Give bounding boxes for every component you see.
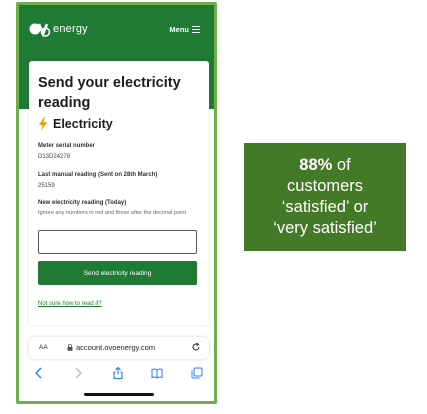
forward-icon[interactable] bbox=[72, 367, 84, 379]
share-icon[interactable] bbox=[112, 367, 124, 379]
reading-input[interactable] bbox=[38, 230, 197, 254]
satisfaction-stat-callout: 88% of customers ‘satisfied’ or ‘very sa… bbox=[244, 143, 406, 251]
electricity-section-heading: Electricity bbox=[38, 117, 113, 131]
send-reading-button[interactable]: Send electricity reading bbox=[38, 261, 197, 285]
text-size-button[interactable]: AA bbox=[39, 344, 48, 351]
reading-form-card: Send your electricity reading Electricit… bbox=[29, 61, 209, 325]
serial-value: D13D24278 bbox=[38, 154, 71, 160]
ovo-logo-icon bbox=[29, 23, 51, 38]
new-reading-label: New electricity reading (Today) bbox=[38, 200, 127, 206]
back-icon[interactable] bbox=[33, 367, 45, 379]
reload-icon[interactable] bbox=[191, 342, 201, 352]
stat-line2: customers bbox=[286, 177, 364, 195]
serial-label: Meter serial number bbox=[38, 143, 96, 149]
tabs-icon[interactable] bbox=[191, 367, 203, 379]
menu-label: Menu bbox=[169, 25, 189, 34]
menu-button[interactable]: Menu bbox=[169, 25, 200, 34]
stat-line3: ‘satisfied’ or bbox=[281, 198, 369, 216]
stat-line1-rest: of bbox=[332, 156, 351, 174]
stat-text: 88% of customers ‘satisfied’ or ‘very sa… bbox=[273, 155, 377, 239]
bookmarks-icon[interactable] bbox=[151, 367, 163, 379]
url-display[interactable]: account.ovoenergy.com bbox=[67, 343, 155, 352]
phone-screenshot: energy Menu Send your electricity readin… bbox=[16, 2, 217, 404]
stat-line4: ‘very satisfied’ bbox=[273, 219, 377, 237]
lightning-bolt-icon bbox=[39, 117, 47, 131]
help-link[interactable]: Not sure how to read it? bbox=[38, 301, 102, 307]
last-reading-label: Last manual reading (Sent on 28th March) bbox=[38, 172, 158, 178]
lock-icon bbox=[67, 344, 73, 351]
section-title: Electricity bbox=[53, 117, 113, 131]
address-bar[interactable]: AA account.ovoenergy.com bbox=[29, 337, 209, 359]
stat-percent: 88% bbox=[299, 156, 333, 174]
last-reading-value: 25159 bbox=[38, 183, 55, 189]
ovo-logo[interactable]: energy bbox=[29, 19, 88, 39]
menu-icon bbox=[192, 26, 200, 34]
home-indicator bbox=[84, 393, 154, 396]
new-reading-hint: Ignore any numbers in red and those afte… bbox=[38, 210, 187, 216]
logo-text: energy bbox=[53, 23, 88, 35]
url-text: account.ovoenergy.com bbox=[76, 343, 156, 352]
page-title: Send your electricity reading bbox=[38, 75, 181, 111]
